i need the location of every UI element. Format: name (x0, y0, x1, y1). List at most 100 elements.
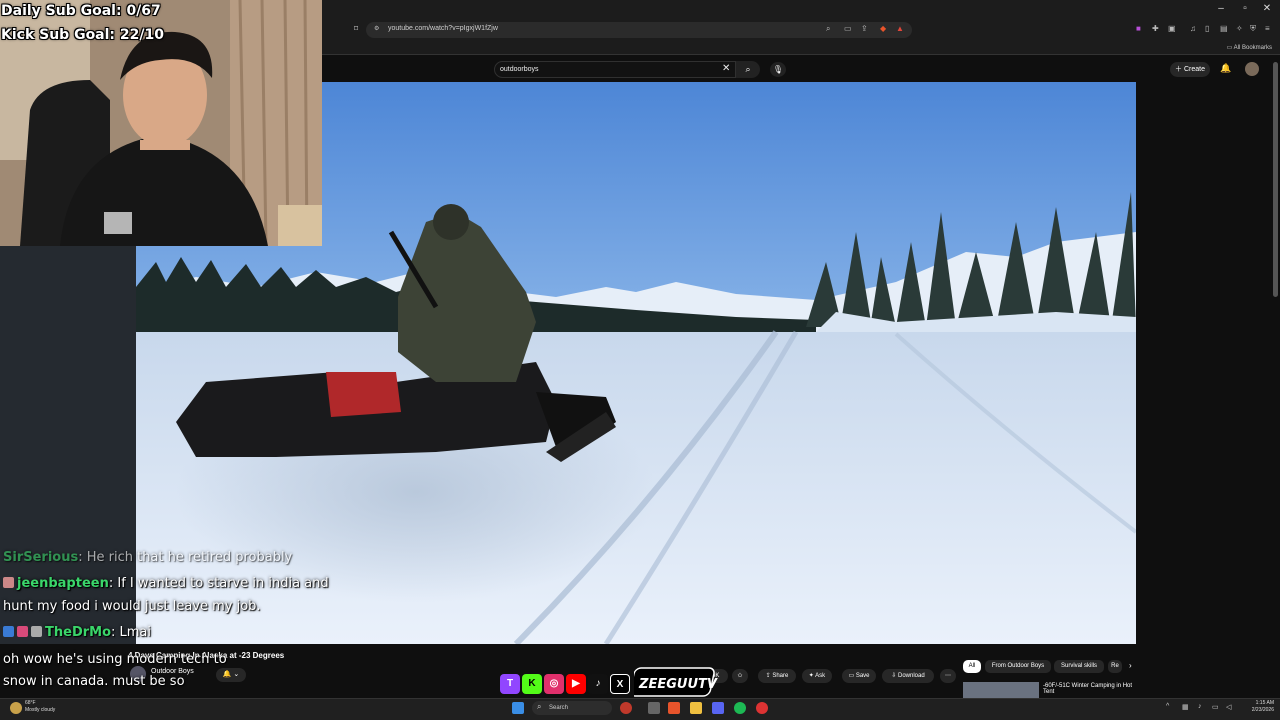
clear-search-icon[interactable]: ✕ (722, 63, 730, 74)
chips-next-icon[interactable]: › (1129, 661, 1132, 670)
subscribed-button[interactable]: 🔔 ⌄ (216, 668, 246, 682)
brave-shield-icon[interactable]: ◆ (880, 24, 886, 33)
page-scrollbar[interactable] (1273, 62, 1278, 297)
instagram-icon: ◎ (544, 674, 564, 694)
daily-sub-goal: Daily Sub Goal: 0/67 (1, 3, 161, 19)
cast-icon[interactable]: ▭ (844, 24, 852, 33)
chat-badge-icon (3, 626, 14, 637)
tray-app-icon[interactable]: ▦ (1182, 703, 1189, 711)
bookmarks-bar (322, 40, 1280, 55)
discord-icon[interactable] (712, 702, 724, 714)
chat-badge-icon (3, 577, 14, 588)
media-icon[interactable]: ♫ (1190, 24, 1196, 33)
save-label: Save (855, 673, 870, 679)
minimize-button[interactable]: – (1210, 3, 1232, 14)
stream-screen: – ▫ ✕ ⌑ ⚙ youtube.com/watch?v=pIgxjW1fZj… (0, 0, 1280, 720)
extensions-puzzle-icon[interactable]: ✚ (1152, 24, 1159, 33)
taskbar-search[interactable]: Search (532, 701, 612, 715)
download-label: Download (898, 673, 925, 679)
chat-username: jeenbapteen (17, 576, 109, 591)
voice-search-button[interactable]: 🎙 (770, 62, 786, 77)
chip-survival-skills[interactable]: Survival skills (1054, 660, 1104, 673)
taskbar-app-icon[interactable] (620, 702, 632, 714)
ask-button[interactable]: ✦ Ask (802, 669, 832, 683)
chat-username: SirSerious (3, 550, 79, 565)
network-icon[interactable]: ▭ (1212, 703, 1219, 711)
sidebar-icon[interactable]: ▯ (1205, 24, 1209, 33)
tray-chevron-icon[interactable]: ^ (1166, 703, 1169, 710)
x-icon: X (610, 674, 630, 694)
chat-username: TheDrMo (45, 625, 112, 640)
ask-label: Ask (815, 673, 826, 679)
mic-icon: 🎙 (772, 65, 784, 74)
notifications-icon[interactable]: 🔔 (1220, 63, 1231, 74)
weather-temp: 68°F (25, 700, 36, 706)
start-icon[interactable] (512, 702, 524, 714)
task-view-icon[interactable] (648, 702, 660, 714)
leo-icon[interactable]: ✧ (1236, 24, 1243, 33)
download-button[interactable]: ⇩ Download (882, 669, 934, 683)
youtube-icon: ▶ (566, 674, 586, 694)
account-avatar[interactable] (1245, 62, 1259, 76)
site-info-icon[interactable]: ⚙ (374, 25, 379, 32)
all-bookmarks-label: All Bookmarks (1233, 45, 1272, 51)
brave-taskbar-icon[interactable] (668, 702, 680, 714)
clock-date: 2/23/2026 (1251, 707, 1274, 713)
chat-text: : He rich that he retired probably (78, 550, 293, 565)
taskbar-search-icon: ⌕ (537, 702, 542, 711)
share-page-icon[interactable]: ⇪ (861, 24, 868, 33)
chat-message: TheDrMo: Lmai (3, 625, 151, 640)
wallet-icon[interactable]: ▣ (1168, 24, 1176, 33)
clock-time: 1:15 AM (1255, 700, 1274, 706)
create-button[interactable]: ＋ Create (1170, 62, 1210, 77)
weather-desc: Mostly cloudy (25, 707, 56, 713)
search-icon: ⌕ (745, 64, 751, 74)
kick-icon: K (522, 674, 542, 694)
chat-message: SirSerious: He rich that he retired prob… (3, 550, 292, 565)
chat-message-continued: snow in canada. must be so (3, 674, 185, 689)
all-bookmarks-button[interactable]: ▭ All Bookmarks (1227, 44, 1272, 51)
bell-icon: 🔔 ⌄ (222, 671, 240, 678)
chat-message-continued: hunt my food i would just leave my job. (3, 599, 261, 614)
rewards-icon[interactable]: ▲ (896, 24, 904, 33)
maximize-button[interactable]: ▫ (1234, 3, 1256, 14)
chat-badge-icon (31, 626, 42, 637)
close-window-button[interactable]: ✕ (1256, 3, 1278, 14)
chip-all[interactable]: All (963, 660, 981, 673)
youtube-header (322, 56, 1280, 83)
weather-widget[interactable]: 68°F Mostly cloudy (25, 700, 55, 714)
menu-icon[interactable]: ≡ (1265, 24, 1270, 33)
dislike-button[interactable]: ✩ (732, 669, 748, 683)
obs-icon[interactable] (756, 702, 768, 714)
url-text: youtube.com/watch?v=pIgxjW1fZjw (388, 25, 498, 32)
mic-tray-icon[interactable]: ♪ (1198, 703, 1202, 710)
zoom-icon[interactable]: ⌕ (826, 24, 830, 34)
spotify-icon[interactable] (734, 702, 746, 714)
volume-icon[interactable]: ◁ (1226, 703, 1231, 711)
chip-more[interactable]: Re (1108, 660, 1122, 673)
share-button[interactable]: ⇪ Share (758, 669, 796, 683)
windows-taskbar (0, 698, 1280, 720)
share-label: Share (772, 673, 789, 679)
search-query: outdoorboys (500, 66, 539, 73)
logo-text: ZEEGUUTV (638, 677, 718, 692)
tab-icon[interactable]: ▤ (1220, 24, 1228, 33)
taskbar-clock[interactable]: 1:15 AM 2/23/2026 (1238, 700, 1274, 714)
create-label: Create (1183, 66, 1205, 73)
save-button[interactable]: ▭ Save (842, 669, 876, 683)
chat-message-continued: oh wow he's using modern tech to (3, 652, 227, 667)
vpn-icon[interactable]: ⛨ (1250, 24, 1256, 34)
chip-from-outdoor-boys[interactable]: From Outdoor Boys (985, 660, 1051, 673)
more-actions-button[interactable]: ⋯ (940, 669, 956, 683)
extension-icon[interactable]: ■ (1136, 24, 1141, 33)
file-explorer-icon[interactable] (690, 702, 702, 714)
twitch-icon: T (500, 674, 520, 694)
search-button[interactable]: ⌕ (736, 61, 760, 78)
weather-icon[interactable] (10, 702, 22, 714)
bookmark-icon[interactable]: ⌑ (354, 24, 358, 33)
chat-text: : If I wanted to starve in india and (108, 576, 329, 591)
chat-badge-icon (17, 626, 28, 637)
more-icon: ⋯ (945, 673, 951, 679)
recommended-thumbnail[interactable] (963, 682, 1039, 698)
recommended-title[interactable]: -60F/-51C Winter Camping in Hot Tent (1043, 683, 1143, 695)
